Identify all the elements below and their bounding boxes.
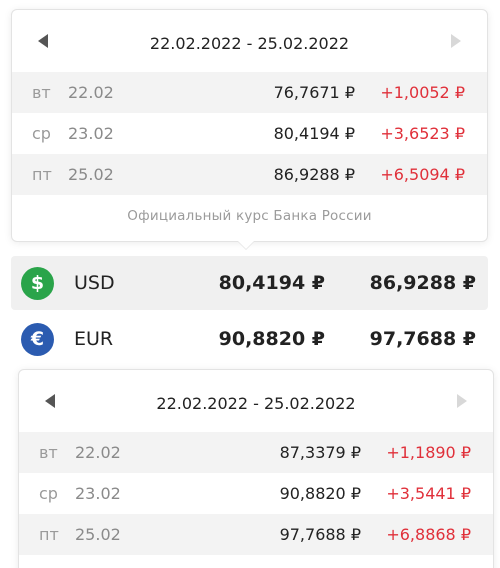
rate-row: ср 23.02 80,4194 ₽ +3,6523 ₽	[12, 113, 487, 154]
euro-icon: €	[21, 322, 54, 356]
dollar-icon: $	[21, 266, 54, 300]
currency-row-usd[interactable]: $ USD 80,4194 ₽ 86,9288 ₽	[11, 256, 488, 310]
usd-history-popup: 22.02.2022 - 25.02.2022 вт 22.02 76,7671…	[11, 9, 488, 242]
rate-change: +3,5441 ₽	[386, 484, 471, 503]
date-range: 22.02.2022 - 25.02.2022	[149, 33, 350, 53]
eur-history-popup: 22.02.2022 - 25.02.2022 вт 22.02 87,3379…	[18, 369, 494, 568]
rate-row: вт 22.02 76,7671 ₽ +1,0052 ₽	[12, 72, 487, 113]
rate-value: 86,9288 ₽	[273, 165, 355, 184]
current-rate: 97,7688 ₽	[369, 328, 476, 350]
popup-pointer	[237, 240, 255, 249]
previous-rate: 90,8820 ₽	[218, 328, 325, 350]
rate-change: +3,6523 ₽	[380, 124, 465, 143]
date: 25.02	[68, 165, 114, 184]
rate-value: 90,8820 ₽	[279, 484, 361, 503]
rate-change: +1,0052 ₽	[380, 83, 465, 102]
rate-value: 76,7671 ₽	[273, 83, 355, 102]
source-note: Официальный курс Банка России	[127, 208, 372, 224]
date-range: 22.02.2022 - 25.02.2022	[156, 393, 356, 413]
rate-value: 87,3379 ₽	[279, 443, 361, 462]
date: 23.02	[68, 124, 114, 143]
rate-change: +6,8868 ₽	[386, 525, 471, 544]
weekday: ср	[32, 124, 51, 143]
popup-header: 22.02.2022 - 25.02.2022	[19, 370, 493, 432]
weekday: ср	[39, 484, 58, 503]
currency-code: USD	[74, 272, 115, 294]
next-period-arrow-icon[interactable]	[457, 394, 467, 408]
weekday: вт	[39, 443, 58, 462]
currency-code: EUR	[74, 328, 114, 350]
date: 22.02	[68, 83, 114, 102]
weekday: вт	[32, 83, 51, 102]
weekday: пт	[32, 165, 52, 184]
rate-row: вт 22.02 87,3379 ₽ +1,1890 ₽	[19, 432, 493, 473]
popup-header: 22.02.2022 - 25.02.2022	[12, 10, 487, 72]
rate-value: 80,4194 ₽	[273, 124, 355, 143]
current-rate: 86,9288 ₽	[369, 272, 476, 294]
prev-period-arrow-icon[interactable]	[45, 394, 55, 408]
rate-row: пт 25.02 97,7688 ₽ +6,8868 ₽	[19, 514, 493, 555]
date: 23.02	[75, 484, 121, 503]
rate-row: пт 25.02 86,9288 ₽ +6,5094 ₽	[12, 154, 487, 195]
date: 22.02	[75, 443, 121, 462]
rate-row: ср 23.02 90,8820 ₽ +3,5441 ₽	[19, 473, 493, 514]
rate-value: 97,7688 ₽	[279, 525, 361, 544]
weekday: пт	[39, 525, 59, 544]
date: 25.02	[75, 525, 121, 544]
next-period-arrow-icon[interactable]	[451, 34, 461, 48]
previous-rate: 80,4194 ₽	[218, 272, 325, 294]
rate-change: +1,1890 ₽	[386, 443, 471, 462]
currency-row-eur[interactable]: € EUR 90,8820 ₽ 97,7688 ₽	[11, 312, 488, 366]
rate-change: +6,5094 ₽	[380, 165, 465, 184]
prev-period-arrow-icon[interactable]	[38, 34, 48, 48]
